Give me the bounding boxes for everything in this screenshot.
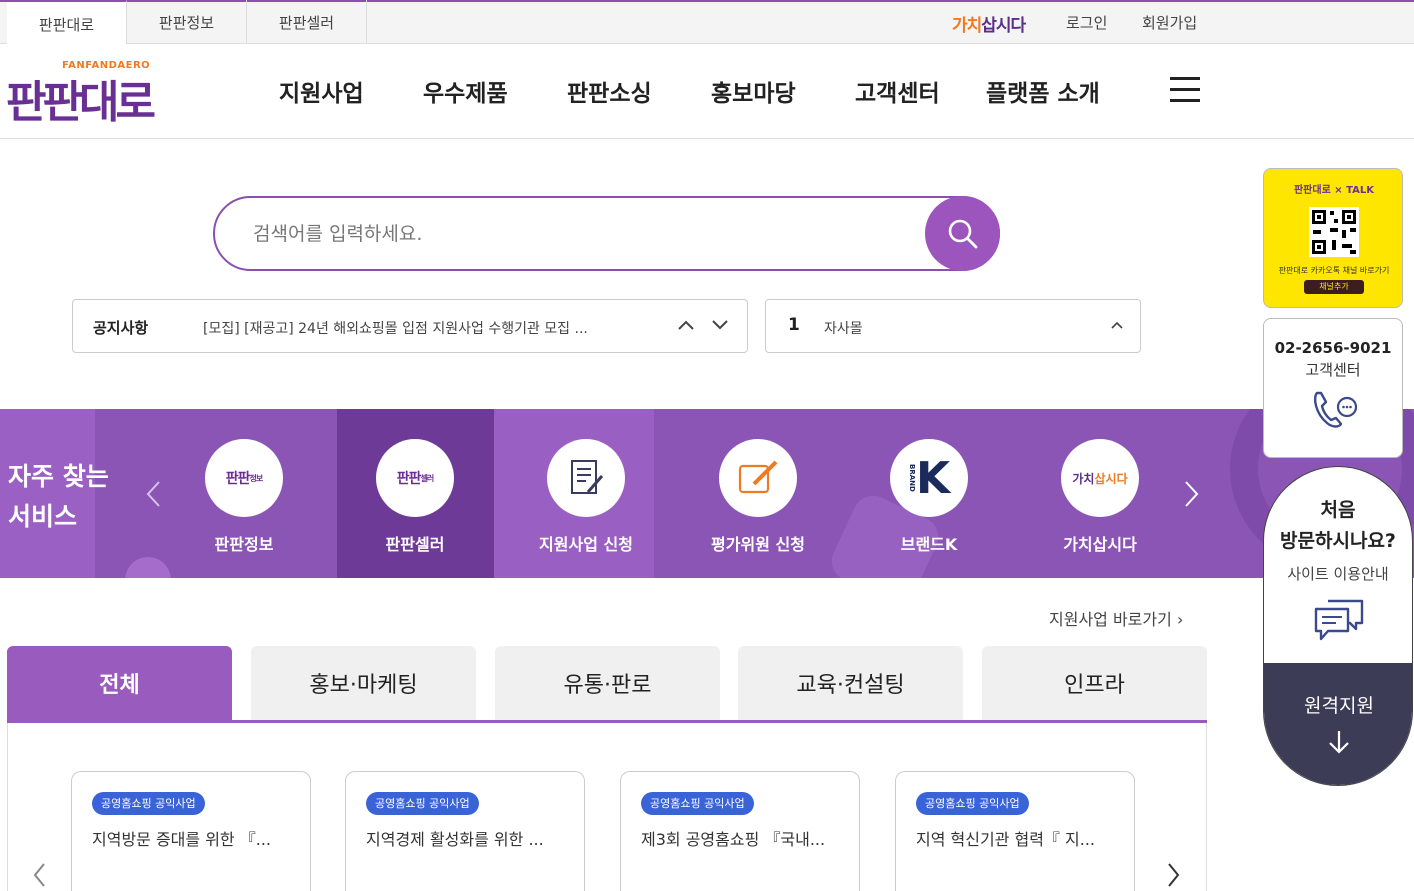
notice-text[interactable]: [모집] [재공고] 24년 해외쇼핑몰 입점 지원사업 수행기관 모집 ... [203,318,643,338]
service-fanfan-info[interactable]: 판판 정보 판판정보 [169,439,319,555]
service-evaluator-apply[interactable]: 평가위원 신청 [683,439,833,555]
hamburger-menu-icon[interactable] [1170,77,1200,103]
chevron-left-icon[interactable] [144,479,164,509]
support-card[interactable]: 공영홈쇼핑 공익사업 지역경제 활성화를 위한 ... [345,771,585,891]
chevron-right-icon[interactable] [1181,479,1201,509]
fanfan-info-logo: 판판 정보 [205,439,283,517]
chevron-right-icon[interactable] [1163,860,1183,890]
brand-k-logo: BRAND K [890,439,968,517]
document-edit-icon [547,439,625,517]
mall-select[interactable]: 1 자사몰 [765,299,1141,353]
gachi-logo-link[interactable]: 가치삽시다 [952,11,1026,36]
top-utility-bar: 판판대로 판판정보 판판셀러 가치삽시다 로그인 회원가입 [0,0,1414,46]
phone-label: 고객센터 [1305,361,1361,379]
frequent-services-band: 자주 찾는 서비스 판판 정보 판판정보 판판 셀러 판판셀러 지원사업 신청 평가위… [0,409,1414,578]
card-tag: 공영홈쇼핑 공익사업 [916,792,1029,815]
remote-support-button[interactable]: 원격지원 [1264,663,1412,785]
nav-promotion[interactable]: 홍보마당 [711,74,796,108]
top-tab-fanfan-info[interactable]: 판판정보 [127,0,247,45]
search-input[interactable] [253,216,903,252]
fanfan-seller-logo: 판판 셀러 [376,439,454,517]
nav-fanfan-sourcing[interactable]: 판판소싱 [567,74,652,108]
top-tab-fanfandaero[interactable]: 판판대로 [7,0,127,46]
site-guide-box[interactable]: 처음 방문하시나요? 사이트 이용안내 원격지원 [1263,466,1413,786]
tab-distribution[interactable]: 유통·판로 [495,646,720,720]
support-card[interactable]: 공영홈쇼핑 공익사업 지역 혁신기관 협력『 지... [895,771,1135,891]
mall-index: 1 [788,315,800,335]
service-gachi[interactable]: 가치 삽시다 가치삽시다 [1025,439,1175,555]
nav-support-business[interactable]: 지원사업 [279,74,364,108]
chevron-up-icon[interactable] [1106,314,1128,336]
card-title: 지역 혁신기관 협력『 지... [916,830,1095,849]
nav-excellent-products[interactable]: 우수제품 [423,74,508,108]
notice-bar: 공지사항 [모집] [재공고] 24년 해외쇼핑몰 입점 지원사업 수행기관 모… [72,299,748,353]
nav-platform-intro[interactable]: 플랫폼 소개 [986,74,1100,108]
card-tag: 공영홈쇼핑 공익사업 [366,792,479,815]
card-title: 제3회 공영홈쇼핑 『국내... [641,830,826,849]
support-card[interactable]: 공영홈쇼핑 공익사업 지역방문 증대를 위한 『... [71,771,311,891]
chevron-up-icon[interactable] [675,314,697,336]
service-fanfan-seller[interactable]: 판판 셀러 판판셀러 [340,439,490,555]
customer-call-box[interactable]: 02-2656-9021 고객센터 [1263,318,1403,458]
arrow-down-icon [1329,731,1349,754]
kakao-title: 판판대로 × TALK [1293,185,1375,196]
card-tag: 공영홈쇼핑 공익사업 [92,792,205,815]
card-title: 지역경제 활성화를 위한 ... [366,830,544,849]
search-button[interactable] [925,196,1000,271]
main-header: FANFANDAERO 판판대로 지원사업 우수제품 판판소싱 홍보마당 고객센… [0,44,1414,139]
tab-infrastructure[interactable]: 인프라 [982,646,1207,720]
pencil-edit-icon [719,439,797,517]
notice-label: 공지사항 [93,319,149,337]
tab-education-consulting[interactable]: 교육·컨설팅 [738,646,963,720]
support-card[interactable]: 공영홈쇼핑 공익사업 제3회 공영홈쇼핑 『국내... [620,771,860,891]
signup-link[interactable]: 회원가입 [1142,12,1197,33]
support-business-link[interactable]: 지원사업 바로가기 › [1049,606,1183,630]
services-title: 자주 찾는 서비스 [8,462,109,531]
kakao-caption: 판판대로 카카오톡 채널 바로가기 [1278,266,1390,275]
tab-promotion-marketing[interactable]: 홍보·마케팅 [251,646,476,720]
card-title: 지역방문 증대를 위한 『... [92,830,271,849]
mall-name: 자사몰 [824,321,863,337]
kakao-channel-banner[interactable]: 판판대로 × TALK 판판대로 카카오톡 채널 바로가기 채널추가 [1263,168,1403,308]
tab-all[interactable]: 전체 [7,646,232,720]
site-logo[interactable]: FANFANDAERO 판판대로 [6,60,186,128]
login-link[interactable]: 로그인 [1066,12,1107,33]
chat-bubbles-icon [1314,599,1364,641]
card-tag: 공영홈쇼핑 공익사업 [641,792,754,815]
nav-customer-center[interactable]: 고객센터 [855,74,940,108]
search-bar [213,196,1000,271]
chevron-down-icon[interactable] [709,314,731,336]
qr-code-icon [1309,207,1359,257]
phone-number: 02-2656-9021 [1274,339,1392,357]
chevron-left-icon[interactable] [30,860,50,890]
service-brand-k[interactable]: BRAND K 브랜드K [854,439,1004,555]
search-icon [948,219,977,248]
kakao-add-channel-button[interactable]: 채널추가 [1304,280,1364,294]
top-tab-fanfan-seller[interactable]: 판판셀러 [247,0,367,45]
service-support-apply[interactable]: 지원사업 신청 [511,439,661,555]
phone-chat-icon [1313,391,1358,428]
gachi-logo: 가치 삽시다 [1061,439,1139,517]
chevron-right-icon: › [1176,610,1184,629]
